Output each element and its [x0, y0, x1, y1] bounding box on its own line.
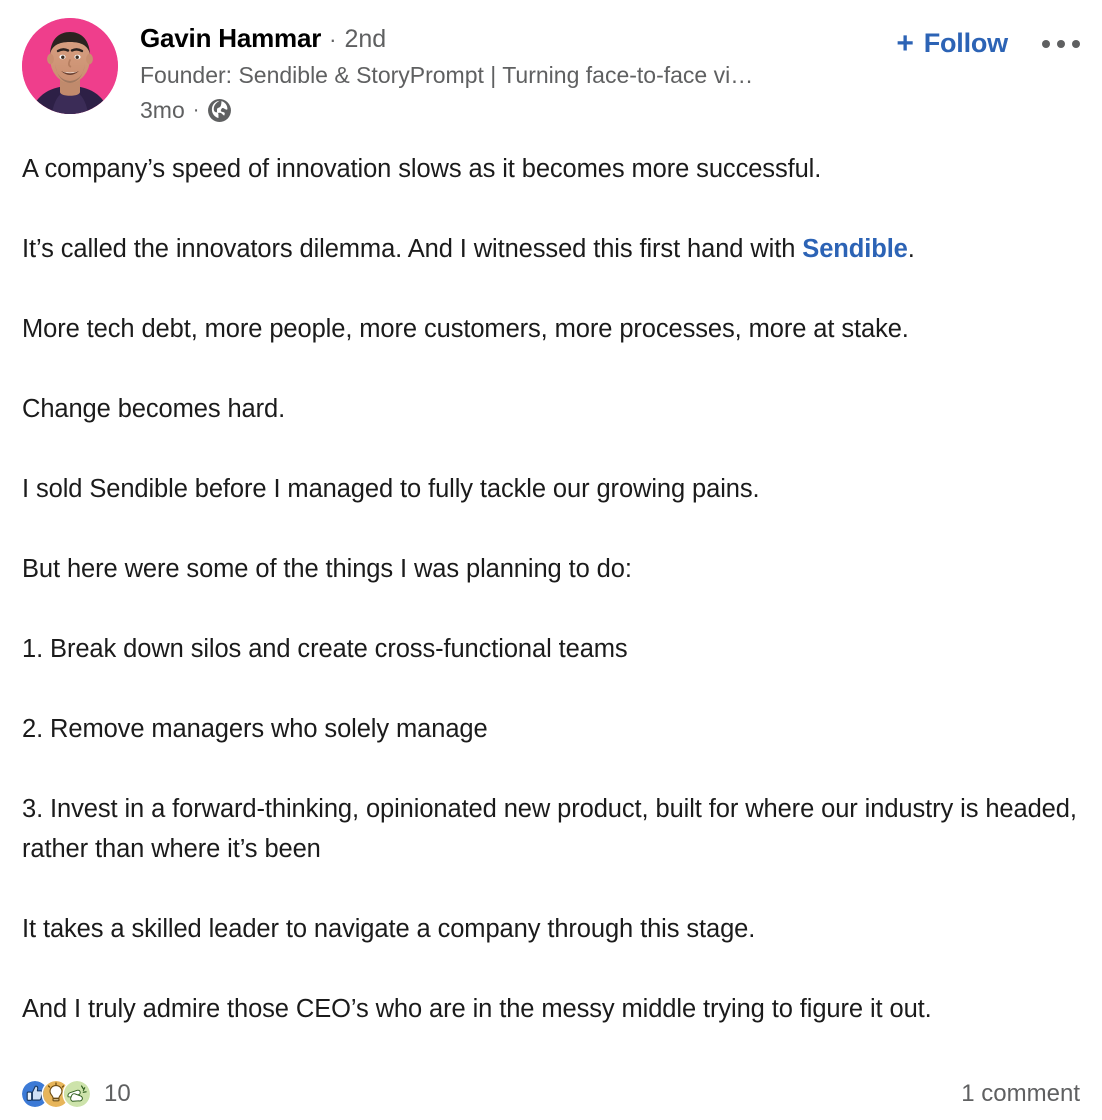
follow-button[interactable]: + Follow: [896, 28, 1008, 59]
post-paragraph: And I truly admire those CEO’s who are i…: [22, 995, 932, 1024]
post-meta: 3mo ·: [140, 96, 896, 123]
post-paragraph: It takes a skilled leader to navigate a …: [22, 915, 756, 944]
globe-icon: [207, 98, 232, 123]
follow-button-label: Follow: [923, 28, 1008, 58]
connection-degree: 2nd: [344, 25, 387, 53]
paragraph-text: It’s called the innovators dilemma. And …: [22, 234, 803, 263]
author-block: Gavin Hammar · 2nd Founder: Sendible & S…: [118, 18, 896, 123]
avatar[interactable]: [22, 18, 118, 114]
post-paragraph: But here were some of the things I was p…: [22, 555, 632, 584]
celebrate-reaction-icon: [64, 1081, 90, 1107]
ellipsis-icon: [1057, 39, 1065, 48]
post-paragraph: A company’s speed of innovation slows as…: [22, 154, 822, 183]
post-footer: 10 1 comment: [0, 1080, 1102, 1108]
reaction-count: 10: [104, 1080, 131, 1107]
author-headline: Founder: Sendible & StoryPrompt | Turnin…: [140, 61, 754, 88]
post-paragraph: 2. Remove managers who solely manage: [22, 715, 488, 744]
ellipsis-icon: [1042, 39, 1050, 48]
comment-count-button[interactable]: 1 comment: [961, 1080, 1080, 1108]
post-paragraph: It’s called the innovators dilemma. And …: [22, 229, 1080, 269]
author-name[interactable]: Gavin Hammar: [140, 23, 321, 54]
more-options-button[interactable]: [1040, 36, 1082, 52]
post-content: A company’s speed of innovation slows as…: [0, 149, 1102, 1029]
post-paragraph: I sold Sendible before I managed to full…: [22, 475, 760, 504]
meta-separator: ·: [192, 99, 200, 122]
author-line: Gavin Hammar · 2nd: [140, 23, 896, 54]
post-timestamp: 3mo: [140, 96, 185, 123]
post-paragraph: 3. Invest in a forward-thinking, opinion…: [22, 795, 1077, 864]
paragraph-trailing: .: [907, 234, 915, 263]
reaction-icons: [22, 1081, 90, 1107]
linkedin-post: Gavin Hammar · 2nd Founder: Sendible & S…: [0, 0, 1102, 1120]
reactions-summary[interactable]: 10: [22, 1080, 131, 1108]
plus-icon: +: [896, 26, 914, 60]
post-header: Gavin Hammar · 2nd Founder: Sendible & S…: [0, 0, 1102, 123]
post-paragraph: 1. Break down silos and create cross-fun…: [22, 635, 628, 664]
header-actions: + Follow: [896, 18, 1088, 59]
avatar-image: [22, 18, 118, 114]
company-mention-link[interactable]: Sendible: [802, 235, 908, 263]
author-separator: ·: [329, 27, 337, 52]
ellipsis-icon: [1072, 39, 1080, 48]
post-paragraph: More tech debt, more people, more custom…: [22, 315, 909, 343]
post-paragraph: Change becomes hard.: [22, 395, 286, 424]
